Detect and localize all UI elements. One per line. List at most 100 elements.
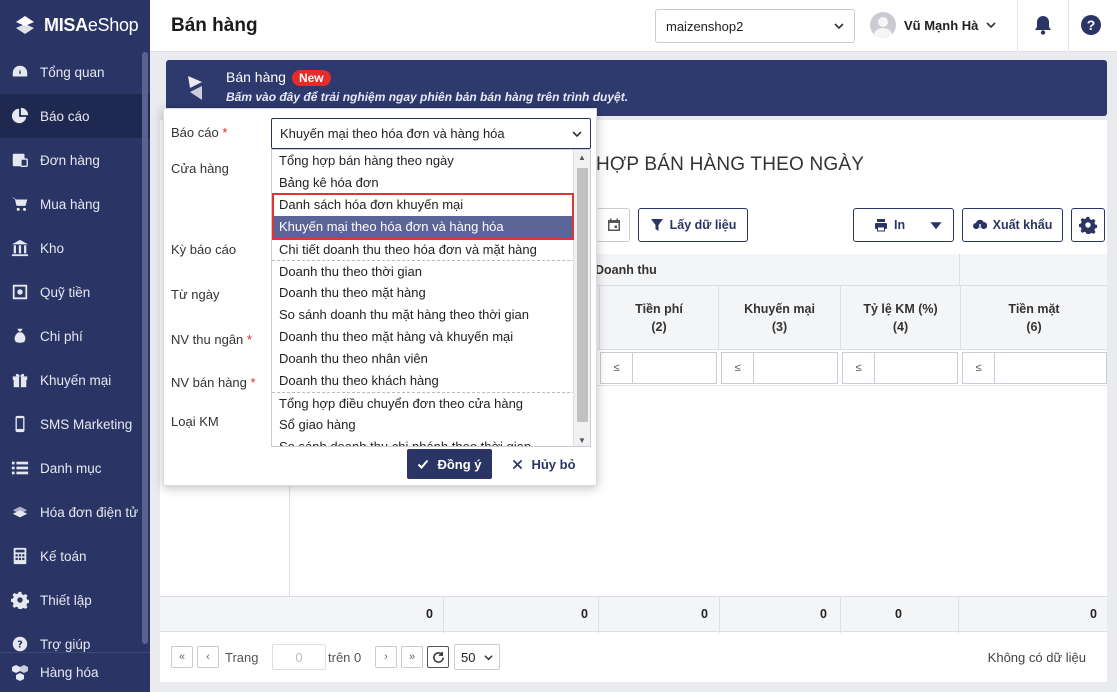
filter-khuyen-mai[interactable]: ≤ xyxy=(721,352,838,384)
ok-button[interactable]: Đồng ý xyxy=(407,449,492,479)
last-page-button[interactable]: » xyxy=(401,646,423,668)
sidebar-item-tong-quan[interactable]: Tổng quan xyxy=(0,50,150,94)
column-tien-phi[interactable]: Tiền phí (2) xyxy=(599,286,718,350)
page-size-select[interactable]: 50 xyxy=(454,644,500,670)
dropdown-option[interactable]: Chi tiết doanh thu theo hóa đơn và mặt h… xyxy=(272,238,590,260)
dropdown-option[interactable]: Doanh thu theo thời gian xyxy=(272,260,590,282)
dropdown-option[interactable]: Khuyến mại theo hóa đơn và hàng hóa xyxy=(272,216,590,238)
dropdown-scrollbar[interactable]: ▲ ▼ xyxy=(573,150,590,446)
sidebar-item-kho[interactable]: Kho xyxy=(0,226,150,270)
first-page-button[interactable]: « xyxy=(171,646,193,668)
filter-operator[interactable]: ≤ xyxy=(843,353,875,383)
dropdown-option[interactable]: Doanh thu theo nhân viên xyxy=(272,348,590,370)
export-button[interactable]: Xuất khẩu xyxy=(962,208,1063,242)
cloud-download-icon xyxy=(972,219,987,231)
get-data-button[interactable]: Lấy dữ liệu xyxy=(638,208,748,242)
scroll-down-icon[interactable]: ▼ xyxy=(578,436,586,445)
sidebar-item-label: Danh mục xyxy=(40,460,102,476)
filter-operator[interactable]: ≤ xyxy=(601,353,633,383)
sidebar-item-mua-hang[interactable]: Mua hàng xyxy=(0,182,150,226)
report-type-select[interactable]: Khuyến mại theo hóa đơn và hàng hóa xyxy=(271,118,591,149)
warehouse-icon xyxy=(10,238,30,258)
sidebar-scrollbar[interactable] xyxy=(142,52,148,644)
column-name: Tiền mặt xyxy=(1008,302,1060,316)
shop-select[interactable]: maizenshop2 xyxy=(655,9,855,43)
check-icon xyxy=(418,459,429,469)
user-menu[interactable]: Vũ Mạnh Hà xyxy=(870,12,996,38)
sidebar-item-label: Hàng hóa xyxy=(40,665,99,680)
filter-ty-le-km[interactable]: ≤ xyxy=(842,352,958,384)
sidebar-item-ke-toan[interactable]: Kế toán xyxy=(0,534,150,578)
user-name: Vũ Mạnh Hà xyxy=(904,17,979,33)
filter-tien-phi[interactable]: ≤ xyxy=(600,352,717,384)
next-page-button[interactable]: › xyxy=(375,646,397,668)
sidebar-item-bao-cao[interactable]: Báo cáo xyxy=(0,94,150,138)
dropdown-option[interactable]: Bảng kê hóa đơn xyxy=(272,172,590,194)
date-picker-button[interactable] xyxy=(598,208,630,242)
total-value: 0 xyxy=(426,607,433,621)
help-icon[interactable]: ? xyxy=(1081,15,1101,35)
bell-icon[interactable] xyxy=(1032,14,1054,36)
pie-chart-icon xyxy=(10,106,30,126)
caret-down-icon[interactable] xyxy=(929,218,943,232)
settings-button[interactable] xyxy=(1071,208,1105,242)
dropdown-option[interactable]: So sánh doanh thu mặt hàng theo thời gia… xyxy=(272,304,590,326)
dropdown-option[interactable]: Doanh thu theo mặt hàng và khuyến mại xyxy=(272,326,590,348)
dropdown-option[interactable]: Sổ giao hàng xyxy=(272,414,590,436)
prev-page-button[interactable]: ‹ xyxy=(197,646,219,668)
sidebar-item-label: Trợ giúp xyxy=(40,636,91,652)
dropdown-option[interactable]: Tổng hợp điều chuyển đơn theo cửa hàng xyxy=(272,392,590,414)
page-number-input[interactable]: 0 xyxy=(272,644,326,670)
label-nv-thu-ngan: NV thu ngân * xyxy=(171,332,252,347)
cancel-button[interactable]: Hủy bỏ xyxy=(504,449,584,479)
sidebar-item-don-hang[interactable]: Đơn hàng xyxy=(0,138,150,182)
scrollbar-thumb[interactable] xyxy=(577,168,588,422)
dropdown-option[interactable]: Tổng hợp bán hàng theo ngày xyxy=(272,150,590,172)
refresh-icon xyxy=(432,651,444,663)
help-icon: ? xyxy=(10,634,30,654)
shop-select-value: maizenshop2 xyxy=(666,18,744,34)
total-value: 0 xyxy=(895,607,902,621)
sidebar-item-hoa-don-dien-tu[interactable]: Hóa đơn điện tử xyxy=(0,490,150,534)
sidebar-item-khuyen-mai[interactable]: Khuyến mại xyxy=(0,358,150,402)
refresh-button[interactable] xyxy=(427,646,449,668)
filter-icon xyxy=(650,219,663,231)
banner-title: Bán hàng New xyxy=(226,69,331,86)
sidebar-item-sms-marketing[interactable]: SMS Marketing xyxy=(0,402,150,446)
sidebar-item-hang-hoa[interactable]: Hàng hóa xyxy=(0,652,150,692)
total-value: 0 xyxy=(820,607,827,621)
grid-divider xyxy=(959,254,960,286)
gear-icon xyxy=(1079,216,1097,234)
sidebar-item-label: Báo cáo xyxy=(40,108,90,124)
scroll-up-icon[interactable]: ▲ xyxy=(578,153,586,162)
brand-logo[interactable]: MISAeShop xyxy=(0,0,150,50)
grid-total-row: 0 0 0 0 0 0 xyxy=(160,596,1107,633)
grid-divider xyxy=(598,597,599,633)
sidebar-item-label: Mua hàng xyxy=(40,196,101,212)
dropdown-option[interactable]: Doanh thu theo khách hàng xyxy=(272,370,590,392)
column-index: (3) xyxy=(771,320,788,334)
column-khuyen-mai[interactable]: Khuyến mại (3) xyxy=(718,286,840,350)
sidebar-item-quy-tien[interactable]: Quỹ tiền xyxy=(0,270,150,314)
label-cua-hang: Cửa hàng xyxy=(171,161,229,176)
chevron-down-icon xyxy=(834,23,844,30)
filter-tien-mat[interactable]: ≤ xyxy=(962,352,1107,384)
column-ty-le-km[interactable]: Tỷ lệ KM (%) (4) xyxy=(840,286,960,350)
sidebar-item-label: Đơn hàng xyxy=(40,152,100,168)
filter-operator[interactable]: ≤ xyxy=(722,353,754,383)
dropdown-option[interactable]: Danh sách hóa đơn khuyến mại xyxy=(272,194,590,216)
sidebar-item-danh-muc[interactable]: Danh mục xyxy=(0,446,150,490)
dropdown-option[interactable]: Doanh thu theo mặt hàng xyxy=(272,282,590,304)
brand-name: MISAeShop xyxy=(44,14,139,35)
filter-operator[interactable]: ≤ xyxy=(963,353,995,383)
sidebar-item-chi-phi[interactable]: Chi phí xyxy=(0,314,150,358)
sidebar-item-thiet-lap[interactable]: Thiết lập xyxy=(0,578,150,622)
print-button[interactable]: In xyxy=(853,208,954,242)
dropdown-option[interactable]: So sánh doanh thu chi nhánh theo thời gi… xyxy=(272,436,590,446)
get-data-label: Lấy dữ liệu xyxy=(669,218,737,232)
gift-icon xyxy=(10,370,30,390)
print-label: In xyxy=(894,218,906,232)
calculator-icon xyxy=(10,546,30,566)
column-tien-mat[interactable]: Tiền mặt (6) xyxy=(960,286,1107,350)
invoice-icon xyxy=(10,502,30,522)
